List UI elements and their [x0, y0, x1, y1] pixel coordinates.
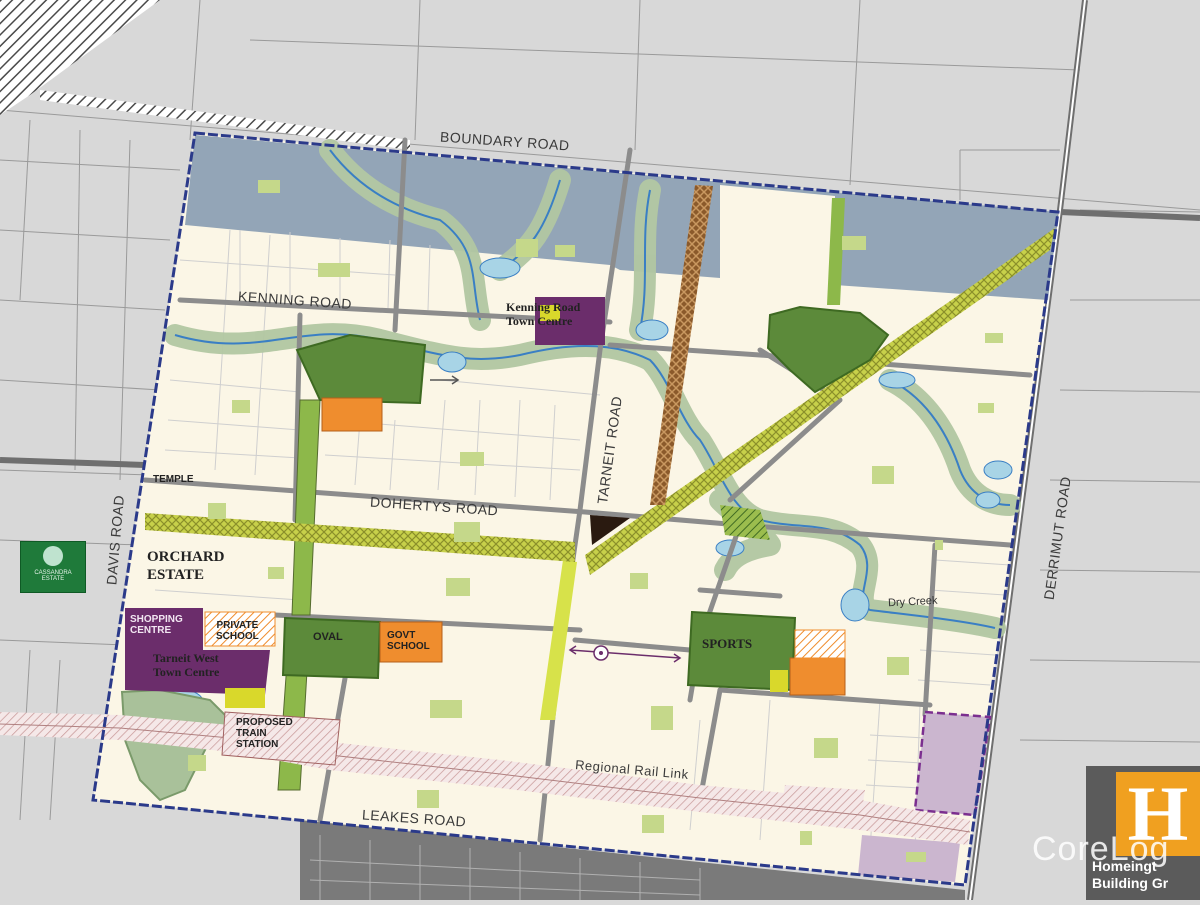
school-north: [321, 397, 383, 432]
oval-label: OVAL: [313, 631, 343, 643]
private-school-east: [794, 629, 846, 659]
sports-label: SPORTS: [702, 636, 753, 651]
school-east: [789, 657, 846, 696]
estate-marker[interactable]: CASSANDRA ESTATE: [20, 541, 86, 593]
tarneit-west-label: Tarneit West Town Centre: [153, 651, 220, 679]
train-station-label: PROPOSED TRAIN STATION: [236, 717, 293, 750]
estate-marker-label: CASSANDRA ESTATE: [34, 570, 72, 582]
shopping-centre-label: SHOPPING CENTRE: [130, 614, 183, 636]
precinct-map: BOUNDARY ROAD KENNING ROAD DOHERTYS ROAD…: [0, 0, 1200, 901]
tarneit-west-retail: [225, 688, 265, 708]
temple-label: TEMPLE: [153, 474, 194, 485]
builder-name-line2: Building Gr: [1092, 875, 1169, 891]
private-school-label: PRIVATE SCHOOL: [216, 620, 259, 642]
watermark: CoreLog: [1032, 830, 1170, 868]
kenning-town-centre-label: Kenning Road Town Centre: [506, 300, 581, 328]
orchard-estate-label: ORCHARD ESTATE: [147, 549, 225, 583]
flower-icon-centre: [599, 651, 603, 655]
house-icon: [43, 546, 63, 566]
govt-school-label: GOVT SCHOOL: [387, 630, 430, 652]
sports-retail: [770, 670, 788, 692]
